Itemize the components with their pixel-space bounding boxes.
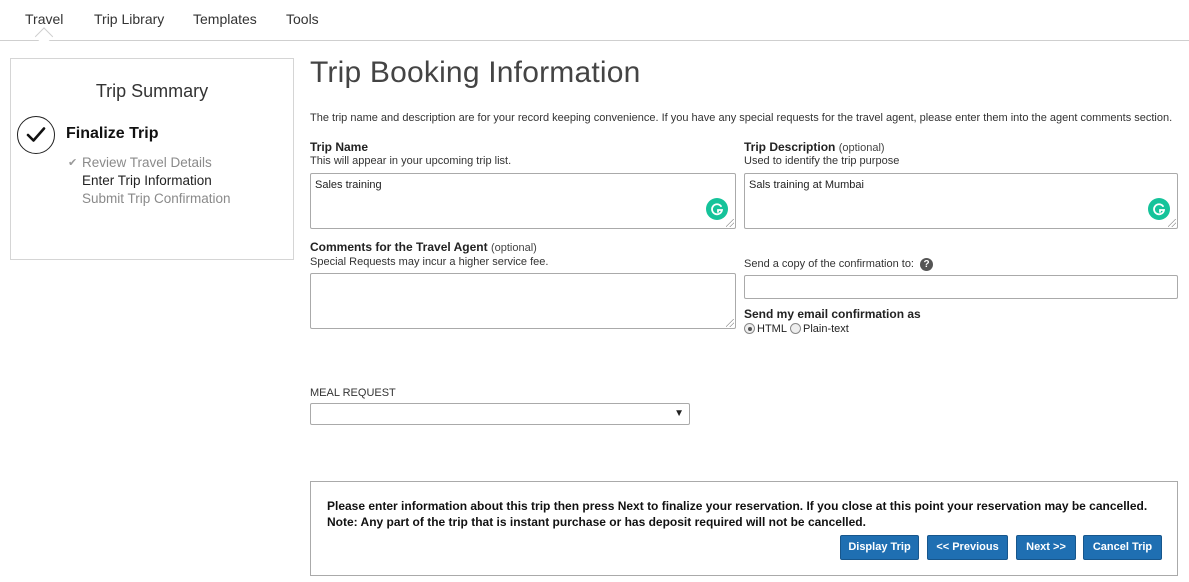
copy-to-email-input[interactable] xyxy=(744,275,1178,299)
top-nav: Travel Trip Library Templates Tools xyxy=(0,0,1189,41)
trip-name-field[interactable]: Sales training xyxy=(310,173,736,229)
grammarly-icon[interactable] xyxy=(1148,198,1170,220)
comments-label-text: Comments for the Travel Agent xyxy=(310,240,488,254)
previous-button[interactable]: << Previous xyxy=(927,535,1008,560)
email-format-label: Send my email confirmation as xyxy=(744,307,921,321)
notice-line-2: Note: Any part of the trip that is insta… xyxy=(327,515,866,529)
notice-line-1: Please enter information about this trip… xyxy=(327,499,1148,513)
step-complete-icon xyxy=(17,116,55,154)
radio-plain-text[interactable] xyxy=(790,323,801,334)
help-icon[interactable]: ? xyxy=(920,258,933,271)
trip-name-label: Trip Name xyxy=(310,140,368,154)
trip-summary-title: Trip Summary xyxy=(95,81,209,101)
radio-plain-text-label[interactable]: Plain-text xyxy=(803,323,849,335)
display-trip-button[interactable]: Display Trip xyxy=(840,535,919,560)
trip-description-hint: Used to identify the trip purpose xyxy=(744,155,900,167)
tab-travel[interactable]: Travel xyxy=(25,11,63,27)
comments-optional: (optional) xyxy=(490,242,537,254)
comments-field[interactable] xyxy=(310,273,736,329)
trip-name-label-text: Trip Name xyxy=(310,140,369,154)
resize-handle[interactable] xyxy=(726,219,734,227)
comments-hint: Special Requests may incur a higher serv… xyxy=(310,256,549,268)
radio-html[interactable] xyxy=(744,323,755,334)
cancel-trip-button[interactable]: Cancel Trip xyxy=(1083,535,1162,560)
intro-text: The trip name and description are for yo… xyxy=(310,112,1173,124)
page-title: Trip Booking Information xyxy=(310,56,641,89)
checkmark-icon: ✔ xyxy=(68,157,78,169)
substep-submit-trip-confirmation: Submit Trip Confirmation xyxy=(82,191,231,206)
notice-text: Please enter information about this trip… xyxy=(327,498,1147,530)
meal-request-select[interactable]: ▼ xyxy=(310,403,690,425)
copy-to-label: Send a copy of the confirmation to: xyxy=(744,258,914,270)
substep-enter-trip-information: Enter Trip Information xyxy=(82,173,212,188)
next-button[interactable]: Next >> xyxy=(1016,535,1076,560)
tab-tools[interactable]: Tools xyxy=(286,11,319,27)
trip-description-field[interactable]: Sals training at Mumbai xyxy=(744,173,1178,229)
resize-handle[interactable] xyxy=(726,319,734,327)
trip-summary-panel: Trip Summary Finalize Trip ✔ Review Trav… xyxy=(10,58,294,260)
trip-description-label-text: Trip Description xyxy=(744,140,836,154)
comments-label: Comments for the Travel Agent (optional) xyxy=(310,240,537,254)
dropdown-arrow-icon: ▼ xyxy=(674,408,684,419)
substep-review-travel-details[interactable]: Review Travel Details xyxy=(82,155,212,170)
trip-description-label: Trip Description (optional) xyxy=(744,140,885,154)
meal-request-label: MEAL REQUEST xyxy=(310,387,396,399)
tab-templates[interactable]: Templates xyxy=(193,11,257,27)
trip-description-value: Sals training at Mumbai xyxy=(749,179,864,191)
trip-name-hint: This will appear in your upcoming trip l… xyxy=(310,155,512,167)
radio-html-label[interactable]: HTML xyxy=(757,323,787,335)
grammarly-icon[interactable] xyxy=(706,198,728,220)
trip-description-optional: (optional) xyxy=(838,142,885,154)
resize-handle[interactable] xyxy=(1168,219,1176,227)
step-title: Finalize Trip xyxy=(66,125,159,142)
reservation-notice: Please enter information about this trip… xyxy=(310,481,1178,576)
tab-trip-library[interactable]: Trip Library xyxy=(94,11,164,27)
trip-name-value: Sales training xyxy=(315,179,382,191)
